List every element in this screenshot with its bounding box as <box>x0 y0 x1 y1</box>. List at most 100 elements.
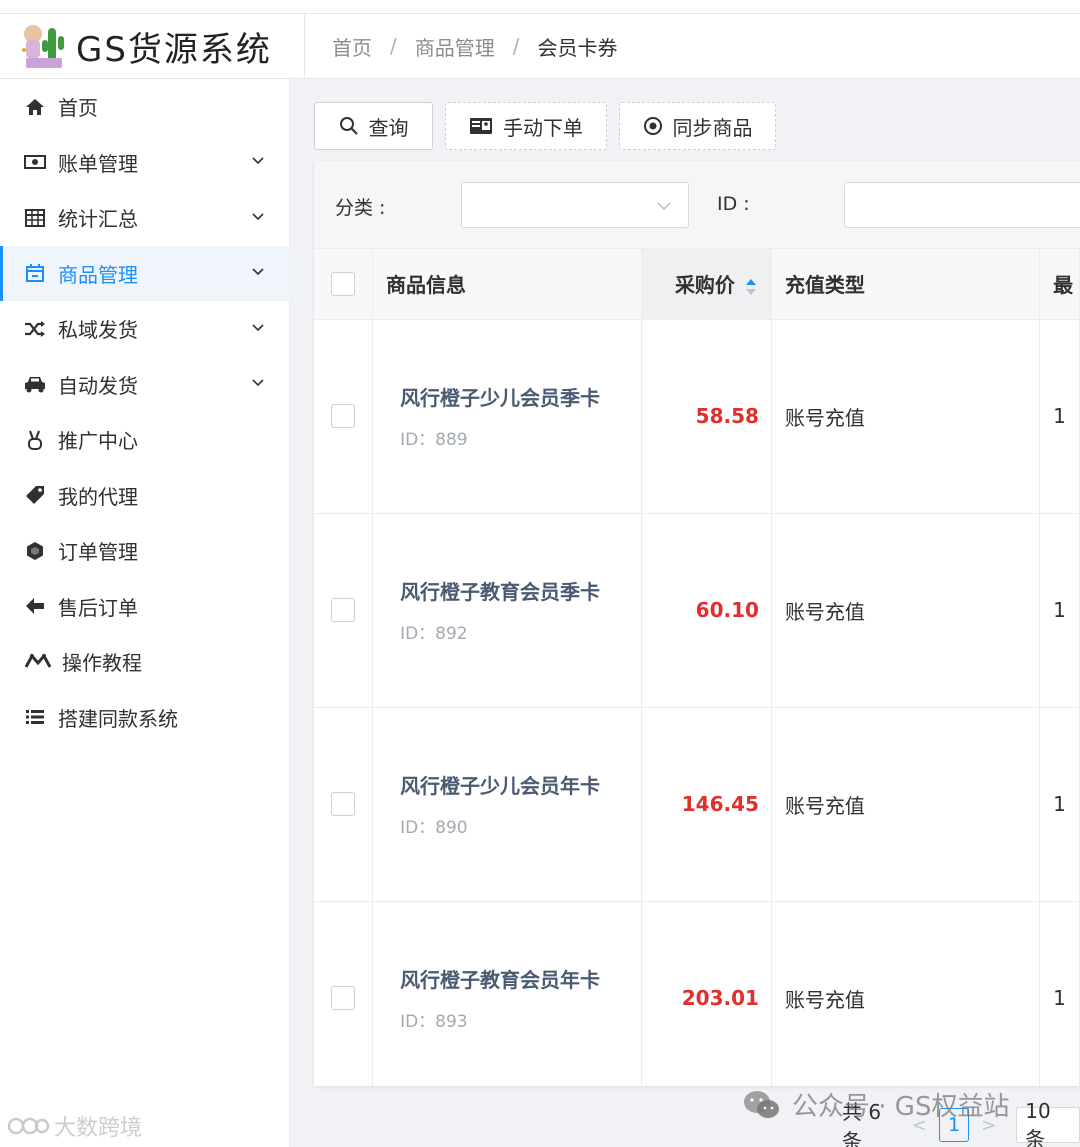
product-id: ID：889 <box>400 430 468 450</box>
calendar-icon <box>24 262 46 284</box>
truncated-cell: 1 <box>1039 319 1080 514</box>
table-row: 风行橙子教育会员年卡 ID：893 203.01 账号充值 1 <box>314 901 1080 1086</box>
table-icon <box>24 207 46 229</box>
tutorial-icon <box>24 651 52 673</box>
bill-icon <box>24 151 46 173</box>
product-info-cell: 风行橙子教育会员年卡 ID：893 <box>372 901 642 1086</box>
sync-products-button-label: 同步商品 <box>672 115 753 140</box>
sidebar-item-build-system[interactable]: 搭建同款系统 <box>0 690 289 746</box>
chevron-down-icon <box>252 379 264 387</box>
recharge-type: 账号充值 <box>771 707 1041 902</box>
breadcrumb-separator: / <box>512 34 520 58</box>
page-size-select[interactable]: 10 条 <box>1016 1099 1080 1147</box>
main-content: 查询 手动下单 同步商品 分类 : ID : 商品信息 采购价 充值类型 最 风… <box>290 79 1080 1147</box>
sidebar-item-orders[interactable]: 订单管理 <box>0 523 289 579</box>
product-id: ID：893 <box>400 1012 468 1032</box>
product-table: 商品信息 采购价 充值类型 最 风行橙子少儿会员季卡 ID：889 58.58 <box>314 249 1080 1086</box>
product-name[interactable]: 风行橙子少儿会员年卡 <box>400 770 641 799</box>
product-info-cell: 风行橙子教育会员季卡 ID：892 <box>372 513 642 708</box>
product-info-cell: 风行橙子少儿会员季卡 ID：889 <box>372 319 642 514</box>
product-info-cell: 风行橙子少儿会员年卡 ID：890 <box>372 707 642 902</box>
sidebar-item-stats[interactable]: 统计汇总 <box>0 190 289 246</box>
sidebar-item-label: 我的代理 <box>58 484 138 509</box>
sidebar-item-home[interactable]: 首页 <box>0 79 289 135</box>
list-icon <box>24 706 46 728</box>
breadcrumb: 首页 / 商品管理 / 会员卡券 <box>305 14 1080 79</box>
sidebar-item-label: 账单管理 <box>58 151 138 176</box>
sidebar-item-label: 商品管理 <box>58 262 138 287</box>
row-checkbox[interactable] <box>331 792 355 816</box>
chevron-down-icon <box>252 213 264 220</box>
sidebar-item-label: 统计汇总 <box>58 207 138 232</box>
sidebar-item-private-delivery[interactable]: 私域发货 <box>0 301 289 357</box>
sidebar: 首页 账单管理 统计汇总 商品管理 私域发货 自动发货 推广中心 我的代理 订单… <box>0 79 290 1147</box>
product-table-panel: 分类 : ID : 商品信息 采购价 充值类型 最 风行橙子少儿会员季卡 ID：… <box>314 161 1080 1086</box>
recharge-type: 账号充值 <box>771 901 1041 1086</box>
id-card-icon <box>469 117 493 135</box>
truncated-cell: 1 <box>1039 513 1080 708</box>
id-label: ID : <box>717 193 750 215</box>
column-header-last-label: 最 <box>1053 273 1074 298</box>
sidebar-item-label: 售后订单 <box>58 595 138 620</box>
row-select-cell <box>314 513 374 708</box>
product-price: 146.45 <box>641 707 772 902</box>
row-select-cell <box>314 319 374 514</box>
category-label: 分类 : <box>335 197 386 219</box>
product-id: ID：890 <box>400 818 468 838</box>
row-select-cell <box>314 707 374 902</box>
column-header-type: 充值类型 <box>771 249 1041 320</box>
sidebar-item-label: 订单管理 <box>58 540 138 565</box>
chevron-down-icon <box>252 268 264 276</box>
column-header-price-label: 采购价 <box>674 273 735 298</box>
logo-area[interactable]: GS货源系统 <box>0 14 305 79</box>
corner-watermark-text: 大数跨境 <box>54 1116 143 1141</box>
chevron-down-icon <box>657 202 671 211</box>
manual-order-button-label: 手动下单 <box>503 115 583 140</box>
shuffle-icon <box>24 318 46 340</box>
car-icon <box>24 373 46 395</box>
top-border <box>0 0 1080 14</box>
breadcrumb-separator: / <box>390 34 397 58</box>
row-checkbox[interactable] <box>331 598 355 622</box>
app-title: GS货源系统 <box>76 29 272 70</box>
sidebar-item-label: 操作教程 <box>62 651 142 676</box>
column-header-info: 商品信息 <box>372 249 642 320</box>
recharge-type: 账号充值 <box>771 319 1041 514</box>
product-name[interactable]: 风行橙子教育会员年卡 <box>400 964 641 993</box>
sync-products-button[interactable]: 同步商品 <box>619 102 776 150</box>
product-name[interactable]: 风行橙子教育会员季卡 <box>400 576 641 605</box>
category-select[interactable] <box>461 182 689 228</box>
search-icon <box>339 116 359 136</box>
sidebar-item-auto-delivery[interactable]: 自动发货 <box>0 357 289 413</box>
home-icon <box>24 96 46 118</box>
sidebar-item-bills[interactable]: 账单管理 <box>0 135 289 191</box>
breadcrumb-section[interactable]: 商品管理 <box>415 32 495 61</box>
table-header-row: 商品信息 采购价 充值类型 最 <box>314 249 1080 320</box>
sidebar-item-promotion[interactable]: 推广中心 <box>0 412 289 468</box>
column-header-price[interactable]: 采购价 <box>641 249 772 320</box>
sidebar-item-agents[interactable]: 我的代理 <box>0 468 289 524</box>
sort-icon[interactable] <box>745 277 757 297</box>
sidebar-item-after-sales[interactable]: 售后订单 <box>0 579 289 635</box>
sidebar-item-label: 私域发货 <box>58 318 138 343</box>
logo-cactus-icon <box>18 20 70 72</box>
column-header-last: 最 <box>1039 249 1080 320</box>
breadcrumb-home[interactable]: 首页 <box>332 32 372 61</box>
table-row: 风行橙子少儿会员季卡 ID：889 58.58 账号充值 1 <box>314 319 1080 514</box>
row-checkbox[interactable] <box>331 986 355 1010</box>
filter-bar: 分类 : ID : <box>314 161 1080 249</box>
breadcrumb-current: 会员卡券 <box>537 35 618 60</box>
row-checkbox[interactable] <box>331 404 355 428</box>
manual-order-button[interactable]: 手动下单 <box>445 102 607 150</box>
sidebar-item-label: 推广中心 <box>58 429 138 454</box>
query-button[interactable]: 查询 <box>314 102 433 150</box>
select-all-checkbox[interactable] <box>331 271 355 296</box>
recharge-type: 账号充值 <box>771 513 1041 708</box>
sidebar-item-products[interactable]: 商品管理 <box>0 245 289 301</box>
id-input[interactable] <box>844 182 1080 228</box>
product-name[interactable]: 风行橙子少儿会员季卡 <box>400 382 641 411</box>
sidebar-item-tutorial[interactable]: 操作教程 <box>0 634 289 690</box>
sidebar-item-label: 首页 <box>58 96 98 121</box>
arrow-left-icon <box>24 595 46 617</box>
wechat-watermark-text: 公众号 · GS权益站 <box>792 1092 1010 1122</box>
